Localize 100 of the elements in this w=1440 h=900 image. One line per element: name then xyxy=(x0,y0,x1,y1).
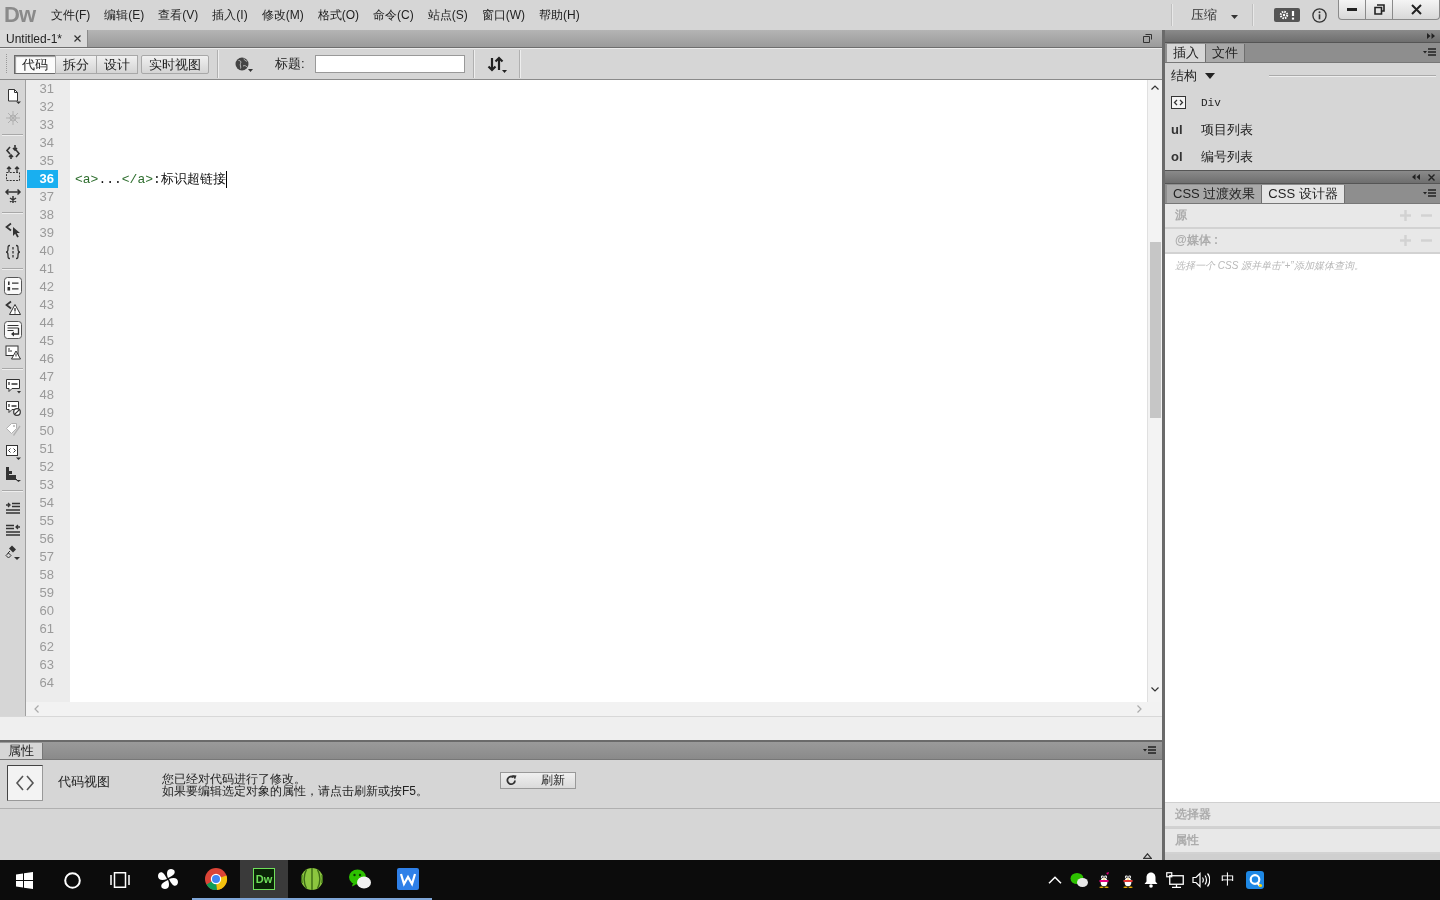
bubble-slash-icon[interactable] xyxy=(3,399,22,417)
expand-arrows-icon[interactable] xyxy=(3,187,22,205)
line-number: 44 xyxy=(38,314,55,332)
zigzag-tile-icon xyxy=(396,867,420,891)
menu-item[interactable]: 文件(F) xyxy=(44,4,98,26)
wrap-lines-icon[interactable] xyxy=(3,321,22,339)
line-number: 32 xyxy=(38,98,55,116)
menu-item[interactable]: 编辑(E) xyxy=(97,4,152,26)
gear-alert-icon[interactable] xyxy=(1274,8,1300,22)
panel-tab[interactable]: 插入 xyxy=(1167,44,1206,62)
task-view-icon xyxy=(110,872,130,888)
line-number: 39 xyxy=(38,224,55,242)
line-number: 61 xyxy=(38,620,55,638)
blocks-icon[interactable] xyxy=(3,465,22,483)
section-title: @媒体 : xyxy=(1175,232,1219,249)
bell-icon[interactable] xyxy=(1144,872,1158,888)
globe-icon[interactable] xyxy=(235,56,253,72)
panel-menu-icon[interactable] xyxy=(1423,189,1436,198)
document-tab[interactable]: Untitled-1* xyxy=(0,30,89,47)
category-dropdown[interactable]: 结构 xyxy=(1171,67,1215,85)
up-down-arrows-icon[interactable] xyxy=(486,55,507,73)
restore-icon[interactable] xyxy=(1143,34,1152,43)
code-line: <a>...</a>:标识超链接 xyxy=(75,171,226,188)
line-number: 35 xyxy=(38,152,55,170)
menu-item[interactable]: 修改(M) xyxy=(254,4,311,26)
close-icon[interactable] xyxy=(1428,173,1435,181)
double-chevron-left-icon[interactable] xyxy=(1412,174,1420,180)
title-field[interactable] xyxy=(314,55,465,73)
minimize-button[interactable] xyxy=(1338,0,1366,20)
workspace-dropdown[interactable]: 压缩 xyxy=(1177,3,1248,27)
insert-item[interactable]: 项目列表 xyxy=(1201,120,1253,139)
line-number: 58 xyxy=(38,566,55,584)
numbered-list-icon[interactable] xyxy=(3,277,22,295)
code-box-icon[interactable] xyxy=(3,443,22,461)
close-icon[interactable] xyxy=(74,35,82,42)
panel-menu-icon[interactable] xyxy=(1143,746,1156,755)
vertical-scrollbar[interactable] xyxy=(1147,80,1162,702)
menu-item[interactable]: 查看(V) xyxy=(151,4,206,26)
line-number: 59 xyxy=(38,584,55,602)
line-number: 31 xyxy=(38,80,55,98)
menu-item[interactable]: 站点(S) xyxy=(420,4,475,26)
view-button[interactable]: 实时视图 xyxy=(141,54,209,74)
taskbar-button[interactable]: Dw xyxy=(240,860,288,900)
warning-bracket-icon[interactable] xyxy=(3,299,22,317)
line-number: 54 xyxy=(38,494,55,512)
refresh-icon xyxy=(506,775,517,786)
chevron-up-icon[interactable] xyxy=(1151,85,1159,90)
start-icon xyxy=(15,871,33,889)
line-number: 34 xyxy=(38,134,55,152)
panel-tab[interactable]: 属性 xyxy=(0,743,43,759)
warning-screen-icon[interactable] xyxy=(3,343,22,361)
line-number: 52 xyxy=(38,458,55,476)
grip-handle[interactable] xyxy=(5,54,8,74)
input-method-indicator[interactable]: 中 xyxy=(1218,871,1238,889)
insert-item[interactable]: 编号列表 xyxy=(1201,147,1253,166)
insert-item[interactable]: Div xyxy=(1201,96,1221,109)
bracket-arrows-icon[interactable] xyxy=(3,143,22,161)
menu-item[interactable]: 窗口(W) xyxy=(474,4,532,26)
menu-item[interactable]: 格式(O) xyxy=(310,4,366,26)
line-number: 47 xyxy=(38,368,55,386)
panel-tab[interactable]: CSS 过渡效果 xyxy=(1167,185,1263,203)
ring-tile-icon[interactable] xyxy=(1246,871,1264,889)
network-icon[interactable] xyxy=(1166,872,1184,888)
menu-item[interactable]: 命令(C) xyxy=(366,4,421,26)
chat-bubbles-icon[interactable] xyxy=(1070,872,1088,888)
tag-abbreviation: ol xyxy=(1171,149,1183,164)
panel-menu-icon[interactable] xyxy=(1423,48,1436,57)
line-number: 60 xyxy=(38,602,55,620)
refresh-button[interactable]: 刷新 xyxy=(500,772,576,789)
triangle-down-icon xyxy=(1205,73,1215,79)
menu-item[interactable]: 帮助(H) xyxy=(532,4,587,26)
close-button[interactable] xyxy=(1392,0,1440,20)
view-button[interactable]: 设计 xyxy=(96,54,138,74)
speech-bubble-icon[interactable] xyxy=(3,377,22,395)
section-title: 选择器 xyxy=(1175,806,1211,823)
pinwheel-icon xyxy=(156,867,180,891)
code-box-icon[interactable] xyxy=(1171,96,1186,109)
panel-tab[interactable]: CSS 设计器 xyxy=(1262,185,1345,203)
close-icon xyxy=(1410,4,1422,15)
line-number: 62 xyxy=(38,638,55,656)
line-number: 50 xyxy=(38,422,55,440)
message-text: 如果要编辑选定对象的属性，请点击刷新或按F5。 xyxy=(162,785,428,797)
triangle-up-icon[interactable] xyxy=(1143,853,1152,859)
info-icon[interactable] xyxy=(1312,7,1327,23)
brush-icon[interactable] xyxy=(3,543,22,561)
cursor-bracket-icon[interactable] xyxy=(3,221,22,239)
braces-icon[interactable] xyxy=(3,243,22,261)
panel-tab[interactable]: 文件 xyxy=(1206,44,1245,62)
view-button[interactable]: 代码 xyxy=(14,54,55,74)
view-button[interactable]: 拆分 xyxy=(55,54,96,74)
restore-button[interactable] xyxy=(1365,0,1393,20)
dashed-box-icon[interactable] xyxy=(3,165,22,183)
section-title: 属性 xyxy=(1175,832,1199,849)
double-chevron-right-icon[interactable] xyxy=(1427,33,1435,39)
chevron-down-icon[interactable] xyxy=(1151,687,1159,692)
menu-item[interactable]: 插入(I) xyxy=(205,4,255,26)
volume-icon[interactable] xyxy=(1192,872,1210,888)
scrollbar-thumb[interactable] xyxy=(1149,242,1161,418)
minimize-icon xyxy=(1347,8,1357,11)
line-number: 64 xyxy=(38,674,55,692)
